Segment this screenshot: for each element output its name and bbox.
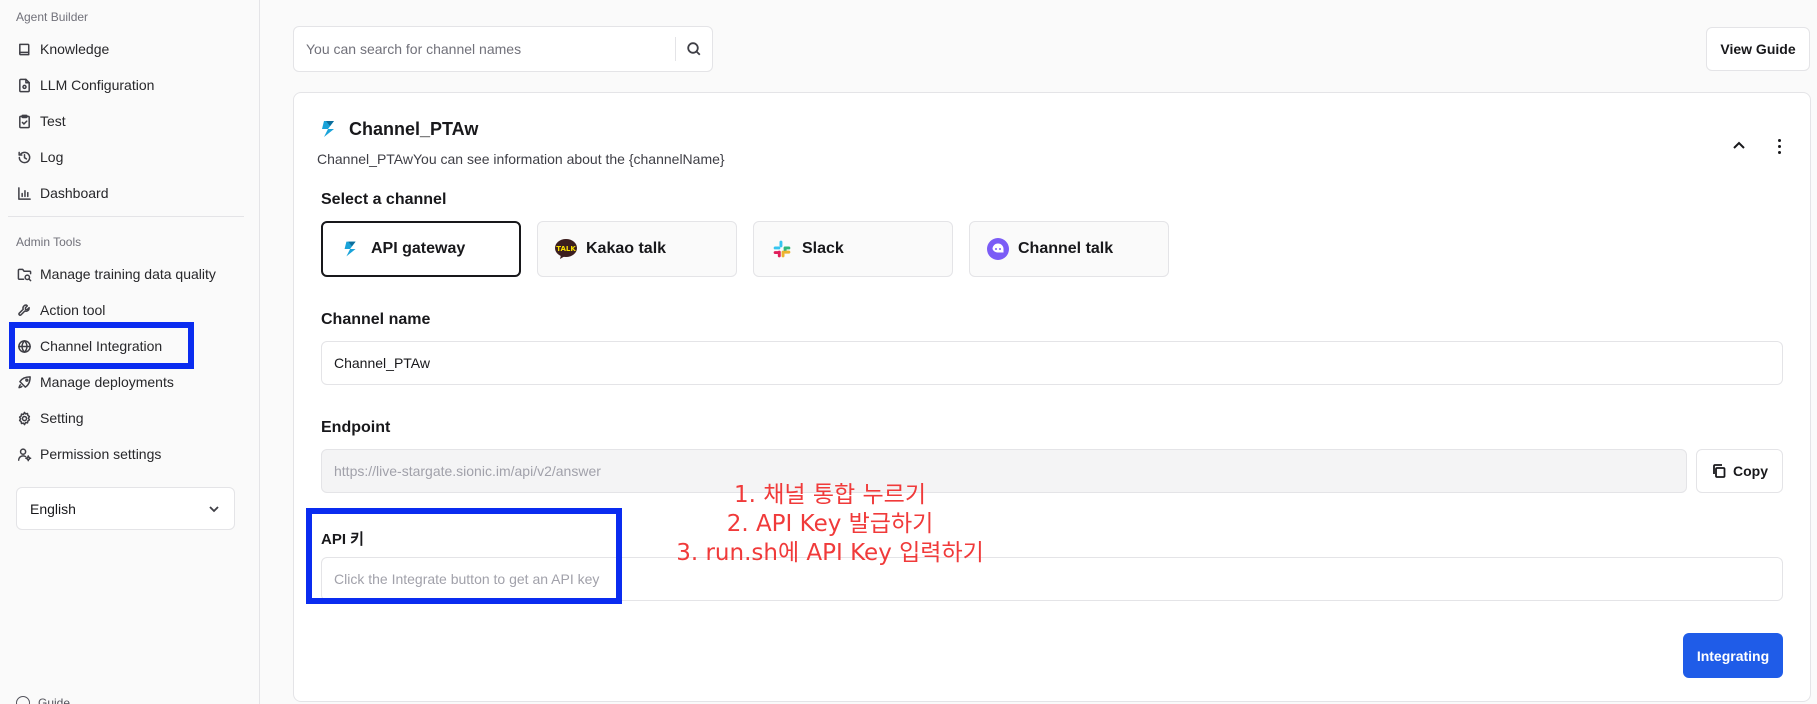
- channel-option-slack[interactable]: Slack: [753, 221, 953, 277]
- language-value: English: [30, 500, 76, 517]
- more-vertical-icon: [1777, 138, 1781, 142]
- instruction-annotation: 1. 채널 통합 누르기 2. API Key 발급하기 3. run.sh에 …: [672, 481, 988, 568]
- folder-search-icon: [16, 266, 32, 282]
- endpoint-field-wrapper: [321, 449, 1687, 493]
- sidebar-item-label: Guide: [38, 696, 71, 704]
- api-key-label: API 키: [321, 531, 364, 548]
- channel-option-label: Slack: [802, 240, 844, 257]
- annotation-line: 2. API Key 발급하기: [726, 511, 934, 537]
- sidebar-item-dashboard[interactable]: Dashboard: [16, 182, 109, 204]
- language-select[interactable]: English: [16, 487, 235, 530]
- channel-name-input[interactable]: [334, 355, 1782, 371]
- kakao-talk-icon: TALK: [554, 237, 578, 261]
- api-key-input[interactable]: [334, 571, 1782, 587]
- book-icon: [16, 41, 32, 57]
- sidebar: Agent Builder Knowledge LLM Configuratio…: [0, 0, 260, 704]
- section-label-agent-builder: Agent Builder: [16, 10, 89, 24]
- channel-option-label: API gateway: [371, 240, 466, 257]
- channel-talk-icon: [986, 237, 1010, 261]
- select-channel-label: Select a channel: [321, 191, 447, 208]
- api-gateway-icon: [339, 237, 363, 261]
- channel-option-kakao-talk[interactable]: TALK Kakao talk: [537, 221, 737, 277]
- bar-chart-icon: [16, 185, 32, 201]
- sidebar-item-label: Manage deployments: [40, 374, 174, 390]
- channel-header: Channel_PTAw: [317, 117, 478, 141]
- file-settings-icon: [16, 77, 32, 93]
- sidebar-item-label: Test: [40, 113, 66, 129]
- endpoint-input[interactable]: [334, 463, 1686, 479]
- user-settings-icon: [16, 446, 32, 462]
- integrate-button[interactable]: Integrating: [1683, 633, 1783, 678]
- channel-name-field-wrapper: [321, 341, 1783, 385]
- channel-option-channel-talk[interactable]: Channel talk: [969, 221, 1169, 277]
- sidebar-divider: [8, 216, 244, 217]
- sidebar-item-label: Setting: [40, 410, 84, 426]
- wrench-icon: [16, 302, 32, 318]
- copy-label: Copy: [1733, 463, 1768, 479]
- channel-card: [293, 92, 1811, 702]
- sidebar-item-label: LLM Configuration: [40, 77, 155, 93]
- view-guide-button[interactable]: View Guide: [1706, 27, 1810, 71]
- channel-option-label: Kakao talk: [586, 240, 667, 257]
- api-key-field-wrapper: [321, 557, 1783, 601]
- sidebar-item-manage-training-data-quality[interactable]: Manage training data quality: [16, 263, 216, 285]
- channel-description: Channel_PTAwYou can see information abou…: [317, 151, 725, 167]
- sidebar-item-manage-deployments[interactable]: Manage deployments: [16, 371, 174, 393]
- sidebar-item-setting[interactable]: Setting: [16, 407, 84, 429]
- search-button[interactable]: [676, 27, 712, 71]
- sidebar-item-action-tool[interactable]: Action tool: [16, 299, 105, 321]
- channel-title: Channel_PTAw: [349, 118, 479, 139]
- search-input[interactable]: [294, 27, 675, 71]
- endpoint-label: Endpoint: [321, 419, 391, 436]
- sidebar-item-label: Log: [40, 149, 64, 165]
- sidebar-item-log[interactable]: Log: [16, 146, 63, 168]
- sidebar-item-llm-configuration[interactable]: LLM Configuration: [16, 74, 154, 96]
- more-options-button[interactable]: [1768, 135, 1790, 157]
- channel-option-api-gateway[interactable]: API gateway: [321, 221, 521, 277]
- rocket-icon: [16, 374, 32, 390]
- copy-button[interactable]: Copy: [1696, 449, 1783, 493]
- clipboard-check-icon: [16, 113, 32, 129]
- channel-name-label: Channel name: [321, 311, 431, 328]
- sidebar-item-label: Dashboard: [40, 185, 109, 201]
- channel-option-label: Channel talk: [1018, 240, 1114, 257]
- annotation-line: 3. run.sh에 API Key 입력하기: [676, 540, 984, 566]
- sidebar-item-label: Knowledge: [40, 41, 110, 57]
- slack-icon: [770, 237, 794, 261]
- search-icon: [687, 42, 701, 56]
- sidebar-item-label: Manage training data quality: [40, 266, 216, 282]
- collapse-button[interactable]: [1728, 135, 1750, 157]
- sidebar-item-permission-settings[interactable]: Permission settings: [16, 443, 161, 465]
- help-icon: [16, 696, 30, 704]
- gear-icon: [16, 410, 32, 426]
- history-icon: [16, 149, 32, 165]
- sidebar-item-label: Action tool: [40, 302, 106, 318]
- section-label-admin-tools: Admin Tools: [16, 235, 82, 249]
- sidebar-item-knowledge[interactable]: Knowledge: [16, 38, 109, 60]
- sidebar-item-guide[interactable]: Guide: [16, 696, 70, 704]
- sidebar-item-label: Channel Integration: [40, 338, 163, 354]
- annotation-line: 1. 채널 통합 누르기: [734, 482, 926, 508]
- sidebar-item-channel-integration[interactable]: Channel Integration: [16, 335, 162, 357]
- chevron-down-icon: [209, 505, 219, 512]
- copy-icon: [1713, 464, 1726, 478]
- chevron-up-icon: [1733, 141, 1745, 149]
- api-gateway-logo-icon: [322, 121, 334, 137]
- sidebar-item-label: Permission settings: [40, 446, 162, 462]
- globe-icon: [16, 338, 32, 354]
- svg-text:TALK: TALK: [556, 245, 576, 253]
- channel-search: [293, 26, 713, 72]
- sidebar-item-test[interactable]: Test: [16, 110, 66, 132]
